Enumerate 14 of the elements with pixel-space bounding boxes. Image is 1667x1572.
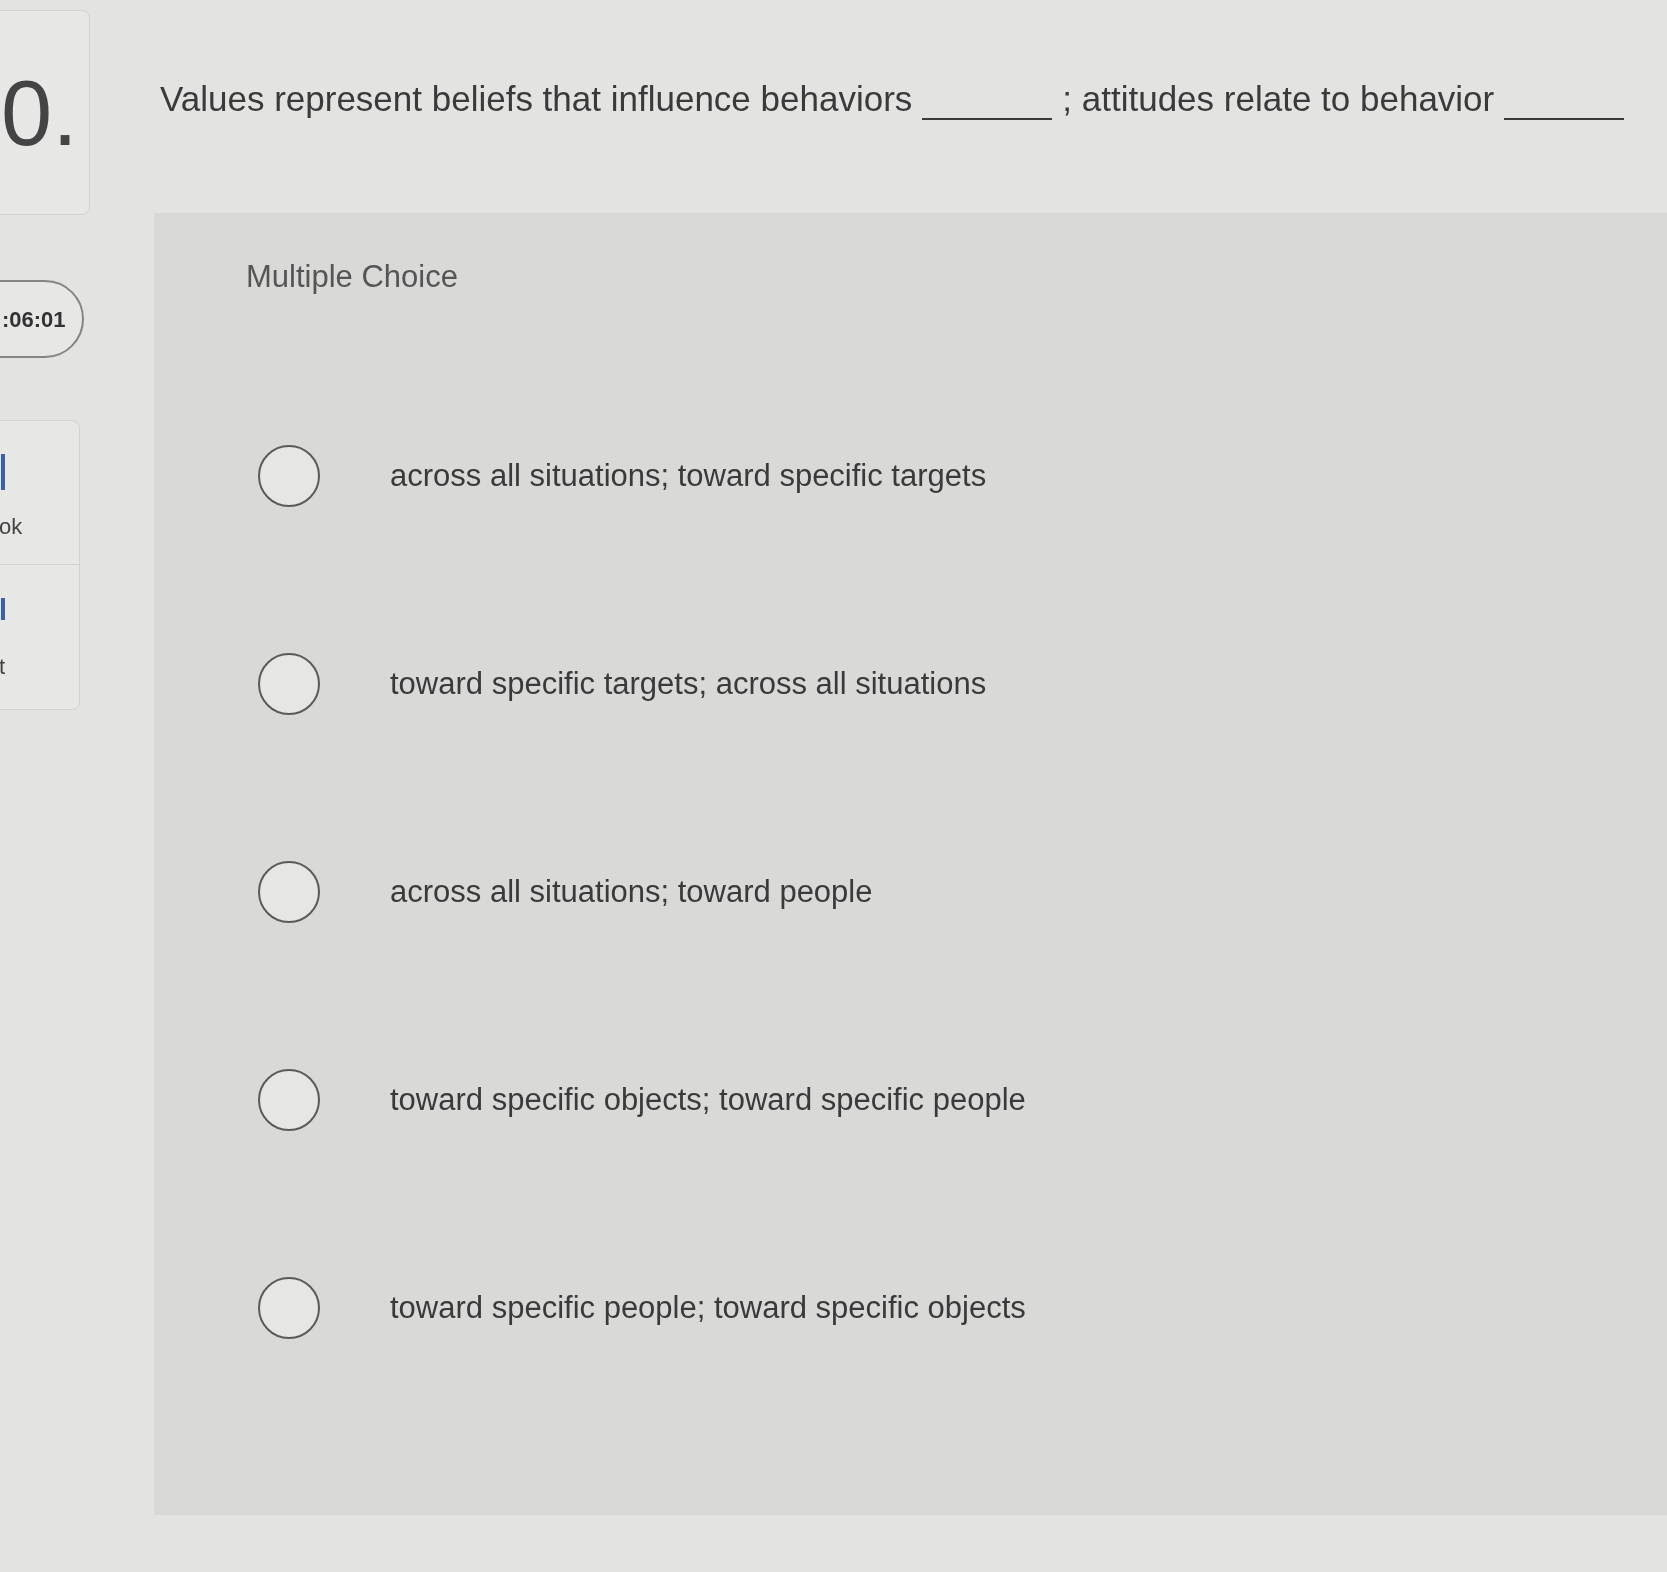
question-type-label: Multiple Choice: [246, 259, 458, 295]
choice-label[interactable]: toward specific targets; across all situations: [390, 664, 987, 704]
bar-icon: [0, 598, 7, 620]
tool-button[interactable]: ok: [0, 421, 79, 565]
choice-label[interactable]: toward specific people; toward specific objects: [390, 1288, 1026, 1328]
choice-label[interactable]: toward specific objects; toward specific people: [390, 1080, 1026, 1120]
question-number: 0.: [1, 62, 78, 164]
question-text: Values represent beliefs that influence behaviors: [160, 78, 913, 120]
bar-icon: [0, 454, 7, 490]
question-text: ; attitudes relate to behavior: [1062, 78, 1495, 120]
choice-label[interactable]: across all situations; toward specific targets: [390, 456, 987, 496]
choice-label[interactable]: across all situations; toward people: [390, 872, 873, 912]
timer: :06:01: [0, 280, 84, 358]
tool-button[interactable]: t: [0, 565, 79, 709]
